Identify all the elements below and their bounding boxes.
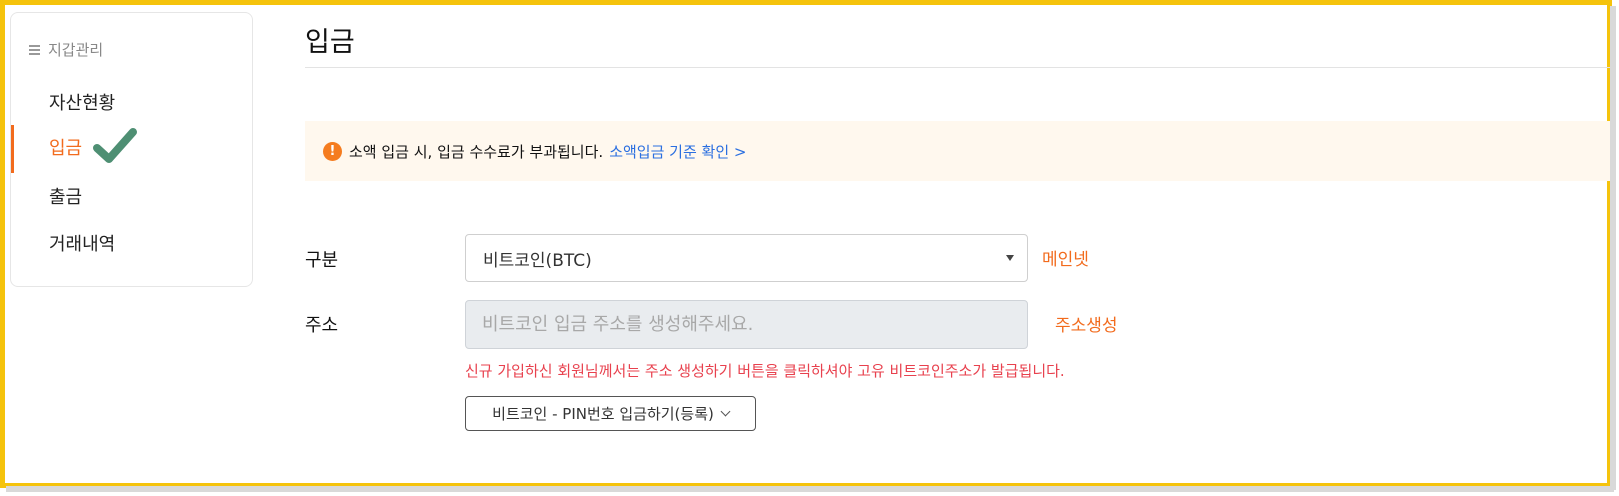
coin-select[interactable]: 비트코인(BTC) [465, 234, 1028, 282]
sidebar-header: 지갑관리 [29, 39, 103, 60]
checkmark-icon [93, 128, 137, 163]
menu-icon [29, 45, 40, 55]
title-divider [305, 67, 1610, 68]
info-icon: ! [323, 141, 342, 161]
deposit-notice: ! 소액 입금 시, 입금 수수료가 부과됩니다. 소액입금 기준 확인 > [305, 121, 1610, 181]
pin-deposit-button[interactable]: 비트코인 - PIN번호 입금하기(등록) [465, 396, 756, 431]
pin-deposit-label: 비트코인 - PIN번호 입금하기(등록) [492, 405, 714, 423]
coin-select-value: 비트코인(BTC) [483, 250, 592, 271]
notice-text: 소액 입금 시, 입금 수수료가 부과됩니다. [349, 142, 604, 161]
sidebar-item-history[interactable]: 거래내역 [49, 230, 115, 256]
new-member-warning: 신규 가입하신 회원님께서는 주소 생성하기 버튼을 클릭하셔야 고유 비트코인… [465, 362, 1065, 380]
page-title: 입금 [305, 27, 355, 58]
network-label: 메인넷 [1042, 250, 1089, 270]
small-deposit-criteria-link[interactable]: 소액입금 기준 확인 > [609, 141, 746, 162]
active-indicator [11, 125, 14, 173]
sidebar-item-withdraw[interactable]: 출금 [49, 183, 82, 209]
frame-shadow-right [1610, 6, 1616, 490]
address-input[interactable] [465, 300, 1028, 349]
chevron-down-icon [720, 406, 731, 417]
generate-address-button[interactable]: 주소생성 [1055, 311, 1118, 336]
sidebar-title: 지갑관리 [48, 41, 104, 59]
address-label: 주소 [305, 315, 339, 336]
wallet-sidebar: 지갑관리 자산현황 입금 출금 거래내역 [10, 12, 253, 287]
sidebar-item-deposit[interactable]: 입금 [49, 134, 82, 160]
frame-shadow [6, 486, 1614, 492]
type-label: 구분 [305, 250, 339, 271]
sidebar-item-assets[interactable]: 자산현황 [49, 89, 115, 115]
caret-down-icon [1006, 255, 1014, 261]
